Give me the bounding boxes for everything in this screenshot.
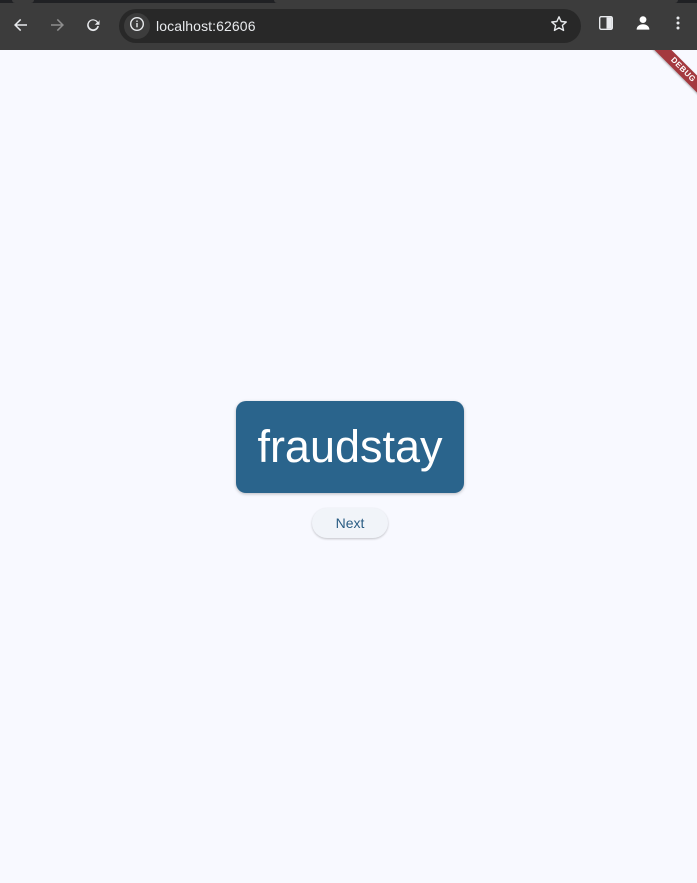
- star-icon: [550, 15, 568, 38]
- arrow-left-icon: [13, 17, 29, 33]
- profile-icon: [634, 14, 652, 37]
- debug-banner: DEBUG: [641, 50, 697, 106]
- browser-menu-button[interactable]: [666, 13, 690, 37]
- reload-icon: [85, 17, 101, 33]
- side-panel-icon: [598, 15, 614, 36]
- side-panel-button[interactable]: [594, 13, 618, 37]
- arrow-right-icon: [49, 17, 65, 33]
- kebab-menu-icon: [670, 15, 686, 36]
- forward-button[interactable]: [44, 12, 70, 38]
- word-text: fraudstay: [257, 421, 443, 472]
- info-icon: [129, 16, 145, 37]
- site-info-button[interactable]: [124, 13, 150, 39]
- reload-button[interactable]: [80, 12, 106, 38]
- url-text[interactable]: localhost:62606: [156, 9, 256, 43]
- tab-left[interactable]: [12, 0, 34, 3]
- next-button[interactable]: Next: [312, 508, 388, 538]
- address-bar[interactable]: localhost:62606: [119, 9, 581, 43]
- profile-button[interactable]: [631, 13, 655, 37]
- debug-label: DEBUG: [650, 50, 697, 103]
- back-button[interactable]: [8, 12, 34, 38]
- tab-active[interactable]: [274, 0, 678, 3]
- word-card: fraudstay: [236, 401, 464, 493]
- browser-toolbar: localhost:62606: [0, 0, 697, 50]
- bookmark-button[interactable]: [549, 15, 569, 38]
